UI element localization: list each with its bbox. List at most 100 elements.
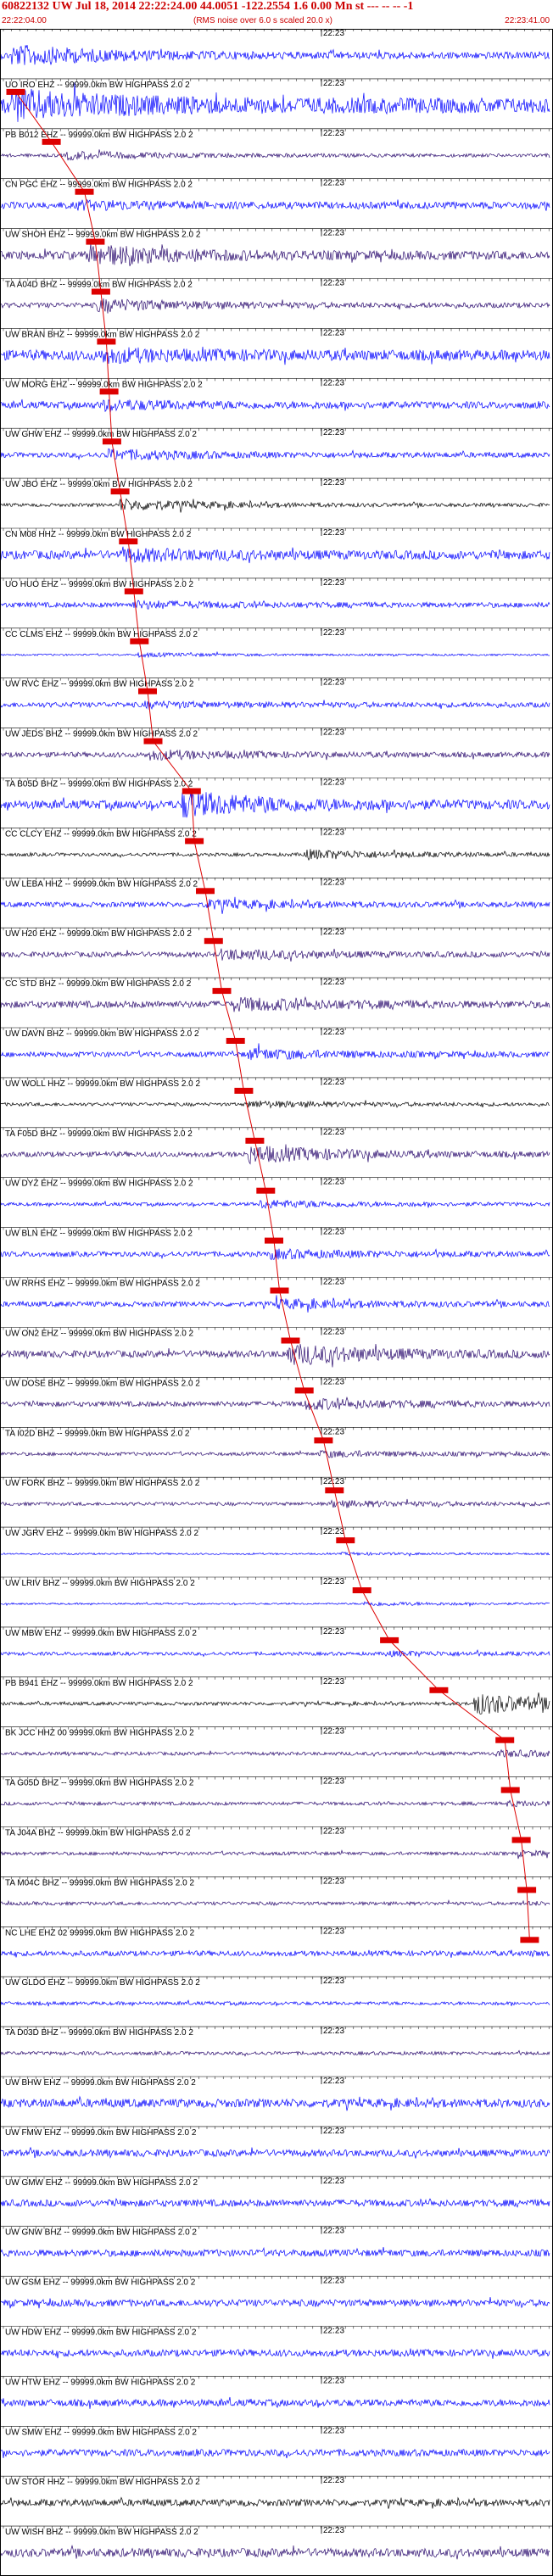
waveform bbox=[0, 995, 550, 1012]
tick-label: 22:23 bbox=[323, 1826, 344, 1836]
station-label: TA G05D BHZ -- 99999.0km BW HIGHPASS 2.0… bbox=[5, 1779, 194, 1788]
waveform bbox=[0, 896, 550, 914]
trace-row: 22:23 UW GHW EHZ -- 99999.0km BW HIGHPASS… bbox=[0, 427, 553, 461]
tick-label: 22:23 bbox=[323, 1876, 344, 1886]
tick-label: 22:23 bbox=[323, 1577, 344, 1586]
trace-row: 22:23 UW DAVN BHZ -- 99999.0km BW HIGHPAS… bbox=[0, 1027, 553, 1061]
tick-label: 22:23 bbox=[323, 1228, 344, 1237]
trace-row: 22:23 NC LHE EHZ 02 99999.0km BW HIGHPASS… bbox=[0, 1926, 553, 1958]
tick-label: 22:23 bbox=[323, 1028, 344, 1037]
waveform bbox=[0, 2095, 550, 2111]
tick-label: 22:23 bbox=[323, 1427, 344, 1436]
tick-label: 22:23 bbox=[323, 1327, 344, 1336]
end-time: 22:23:41.00 bbox=[505, 16, 550, 25]
trace-row: 22:23 UW WISH BHZ -- 99999.0km BW HIGHPAS… bbox=[0, 2525, 553, 2560]
trace-row: 22:23 UW RVC EHZ -- 99999.0km BW HIGHPASS… bbox=[0, 677, 553, 710]
waveform bbox=[0, 149, 550, 161]
tick-label: 22:23 bbox=[323, 1128, 344, 1137]
waveform bbox=[0, 1899, 550, 1907]
trace-row: 22:23 CC CLCY EHZ -- 99999.0km BW HIGHPAS… bbox=[0, 828, 553, 861]
tick-label: 22:23 bbox=[323, 279, 344, 288]
trace-row: 22:23 TA B05D BHZ -- 99999.0km BW HIGHPAS… bbox=[0, 778, 553, 818]
station-label: TA M04C BHZ -- 99999.0km BW HIGHPASS 2.0… bbox=[5, 1878, 194, 1887]
waveform bbox=[0, 599, 550, 610]
station-label: UW DOSE BHZ -- 99999.0km BW HIGHPASS 2.0… bbox=[5, 1379, 200, 1388]
station-label: UW LRIV BHZ -- 99999.0km BW HIGHPASS 2.0… bbox=[5, 1579, 195, 1588]
station-label: UW BHW EHZ -- 99999.0km BW HIGHPASS 2.0 … bbox=[5, 2078, 196, 2088]
waveform bbox=[0, 1199, 550, 1209]
station-label: UW HDW EHZ -- 99999.0km BW HIGHPASS 2.0 … bbox=[5, 2328, 197, 2337]
tick-label: 22:23 bbox=[323, 1977, 344, 1986]
trace-row: 22:23 UW WOLL HHZ -- 99999.0km BW HIGHPAS… bbox=[0, 1077, 553, 1109]
station-label: UW DYZ EHZ -- 99999.0km BW HIGHPASS 2.0 … bbox=[5, 1179, 193, 1189]
station-label: CC STD BHZ -- 99999.0km BW HIGHPASS 2.0 … bbox=[5, 979, 192, 989]
station-label: UW LEBA HHZ -- 99999.0km BW HIGHPASS 2.0… bbox=[5, 879, 198, 889]
tick-label: 22:23 bbox=[323, 1178, 344, 1187]
tick-label: 22:23 bbox=[323, 79, 344, 88]
tick-label: 22:23 bbox=[323, 2326, 344, 2335]
trace-row: 22:23 UW SHOH EHZ -- 99999.0km BW HIGHPAS… bbox=[0, 228, 553, 267]
station-label: UW ON2 EHZ -- 99999.0km BW HIGHPASS 2.0 … bbox=[5, 1329, 194, 1338]
waveform bbox=[0, 1999, 550, 2007]
trace-row: 22:23 UO IRO EHZ -- 99999.0km BW HIGHPASS… bbox=[0, 78, 553, 122]
station-label: CN M08 HHZ -- 99999.0km BW HIGHPASS 2.0 … bbox=[5, 530, 192, 539]
station-label: CC CLMS EHZ -- 99999.0km BW HIGHPASS 2.0… bbox=[5, 630, 198, 639]
trace-row: 22:23 UW LEBA HHZ -- 99999.0km BW HIGHPAS… bbox=[0, 877, 553, 914]
waveform bbox=[0, 399, 550, 415]
trace-row: 22:23 TA A04D BHZ -- 99999.0km BW HIGHPAS… bbox=[0, 278, 553, 314]
tick-label: 22:23 bbox=[323, 1477, 344, 1486]
station-label: TA A04D BHZ -- 99999.0km BW HIGHPASS 2.0… bbox=[5, 281, 193, 290]
tick-label: 22:23 bbox=[323, 2127, 344, 2136]
station-label: TA D03D BHZ -- 99999.0km BW HIGHPASS 2.0… bbox=[5, 2028, 193, 2038]
waveform bbox=[0, 2396, 550, 2409]
tick-label: 22:23 bbox=[323, 378, 344, 388]
trace-row: 22:23 TA M04C BHZ -- 99999.0km BW HIGHPAS… bbox=[0, 1876, 553, 1907]
trace-row: 22:23 UW MORG EHZ -- 99999.0km BW HIGHPAS… bbox=[0, 377, 553, 415]
station-label: UW MBW EHZ -- 99999.0km BW HIGHPASS 2.0 … bbox=[5, 1629, 197, 1638]
waveform bbox=[0, 448, 550, 461]
station-label: CC CLCY EHZ -- 99999.0km BW HIGHPASS 2.0… bbox=[5, 829, 197, 839]
station-label: UW GSM EHZ -- 99999.0km BW HIGHPASS 2.0 … bbox=[5, 2278, 196, 2288]
trace-row: 22:23 UW DYZ EHZ -- 99999.0km BW HIGHPASS… bbox=[0, 1177, 553, 1209]
tick-label: 22:23 bbox=[323, 878, 344, 887]
waveform bbox=[0, 199, 550, 211]
trace-row: 22:23 UW BRAN BHZ -- 99999.0km BW HIGHPAS… bbox=[0, 328, 553, 365]
tick-label: 22:23 bbox=[323, 478, 344, 488]
trace-row: 22:23 UW GNW BHZ -- 99999.0km BW HIGHPASS… bbox=[0, 2226, 553, 2258]
station-label: TA B05D BHZ -- 99999.0km BW HIGHPASS 2.0… bbox=[5, 780, 193, 789]
waveform bbox=[0, 1396, 550, 1411]
trace-row: 22:23 UO HUO EHZ -- 99999.0km BW HIGHPASS… bbox=[0, 577, 553, 610]
waveform bbox=[0, 498, 550, 513]
station-label: UW JEDS BHZ -- 99999.0km BW HIGHPASS 2.0… bbox=[5, 730, 198, 739]
station-label: UW RRHS EHZ -- 99999.0km BW HIGHPASS 2.0… bbox=[5, 1280, 200, 1289]
waveform bbox=[0, 243, 550, 267]
station-label: UW GNW BHZ -- 99999.0km BW HIGHPASS 2.0 … bbox=[5, 2228, 197, 2238]
waveform bbox=[0, 1043, 550, 1061]
trace-row: 22:23 UW RRHS EHZ -- 99999.0km BW HIGHPAS… bbox=[0, 1277, 553, 1313]
trace-row: 22:23 TA G05D BHZ -- 99999.0km BW HIGHPAS… bbox=[0, 1776, 553, 1808]
trace-row: 22:23 PB B012 EHZ -- 99999.0km BW HIGHPAS… bbox=[0, 128, 553, 161]
waveform bbox=[0, 1601, 550, 1608]
trace-row: 22:23 UW HDW EHZ -- 99999.0km BW HIGHPASS… bbox=[0, 2326, 553, 2359]
waveform bbox=[0, 346, 550, 365]
tick-label: 22:23 bbox=[323, 2077, 344, 2086]
waveform bbox=[0, 1692, 550, 1715]
tick-label: 22:23 bbox=[323, 1377, 344, 1386]
waveform bbox=[0, 2146, 550, 2159]
waveform bbox=[0, 1449, 550, 1459]
tick-label: 22:23 bbox=[323, 578, 344, 588]
station-label: UW BRAN BHZ -- 99999.0km BW HIGHPASS 2.0… bbox=[5, 330, 200, 339]
tick-label: 22:23 bbox=[323, 129, 344, 138]
waveform bbox=[0, 948, 550, 962]
trace-row: 22:23 UW JBO EHZ -- 99999.0km BW HIGHPASS… bbox=[0, 477, 553, 513]
tick-label: 22:23 bbox=[323, 628, 344, 638]
tick-label: 22:23 bbox=[323, 1627, 344, 1636]
waveform bbox=[0, 2297, 550, 2309]
station-label: UW WOLL HHZ -- 99999.0km BW HIGHPASS 2.0… bbox=[5, 1079, 200, 1089]
trace-row: 22:23 TA F05D BHZ -- 99999.0km BW HIGHPAS… bbox=[0, 1127, 553, 1165]
tick-label: 22:23 bbox=[323, 528, 344, 538]
trace-row: 22:23 UW FMW EHZ -- 99999.0km BW HIGHPASS… bbox=[0, 2126, 553, 2159]
station-label: BK JCC HHZ 00 99999.0km BW HIGHPASS 2.0 … bbox=[5, 1729, 194, 1738]
tick-label: 22:23 bbox=[323, 1777, 344, 1787]
waveform bbox=[0, 2348, 550, 2359]
